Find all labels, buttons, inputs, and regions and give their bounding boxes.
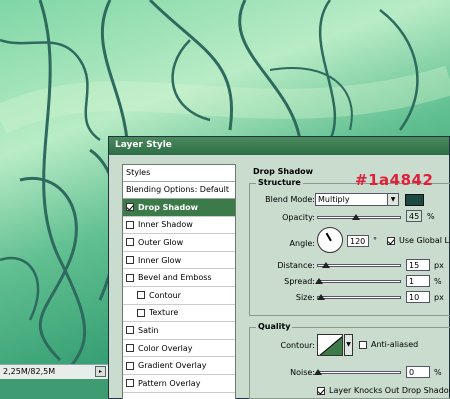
- hex-color-annotation: #1a4842: [355, 171, 434, 189]
- blend-mode-select[interactable]: Multiply ▼: [315, 193, 399, 206]
- noise-slider[interactable]: [314, 369, 401, 375]
- angle-input[interactable]: 120: [347, 235, 369, 247]
- canvas-strip: [0, 379, 108, 399]
- status-menu-arrow-icon[interactable]: ▸: [95, 366, 106, 377]
- style-item[interactable]: Inner Shadow: [123, 217, 235, 235]
- style-item-label: Color Overlay: [138, 343, 193, 353]
- dialog-title-bar[interactable]: Layer Style: [109, 137, 449, 155]
- style-checkbox-icon[interactable]: [126, 379, 134, 388]
- anti-aliased-check-icon[interactable]: [359, 340, 367, 349]
- style-items: Drop Shadow Inner Shadow Outer Glow Inner G…: [123, 199, 235, 393]
- spread-label: Spread:: [284, 277, 315, 286]
- contour-curve-icon: [319, 336, 342, 355]
- contour-dropdown-icon[interactable]: ▼: [344, 334, 353, 356]
- opacity-slider-thumb[interactable]: [351, 214, 360, 220]
- size-input[interactable]: 10: [406, 291, 430, 303]
- style-item-label: Gradient Overlay: [138, 361, 207, 371]
- style-item-label: Inner Glow: [138, 255, 182, 265]
- style-item-label: Drop Shadow: [138, 202, 199, 212]
- size-label: Size:: [295, 293, 315, 302]
- noise-unit: %: [434, 368, 442, 377]
- document-size-status: 2,25M/82,5M: [0, 364, 108, 379]
- blending-options-item[interactable]: Blending Options: Default: [123, 182, 235, 199]
- style-checkbox-icon[interactable]: [126, 273, 134, 282]
- shadow-color-swatch[interactable]: [405, 194, 424, 206]
- size-unit: px: [434, 293, 444, 302]
- noise-slider-thumb[interactable]: [314, 369, 322, 375]
- style-item-label: Bevel and Emboss: [138, 273, 212, 283]
- style-item-label: Pattern Overlay: [138, 378, 201, 388]
- style-checkbox-icon[interactable]: [126, 203, 134, 212]
- distance-slider[interactable]: [317, 262, 401, 268]
- layer-knocks-out-label: Layer Knocks Out Drop Shadow: [329, 386, 450, 395]
- opacity-slider[interactable]: [317, 214, 401, 220]
- layer-knocks-out-checkbox[interactable]: Layer Knocks Out Drop Shadow: [317, 386, 450, 395]
- style-checkbox-icon[interactable]: [126, 326, 134, 335]
- style-item[interactable]: Contour: [123, 287, 235, 305]
- structure-title: Structure: [256, 178, 303, 187]
- styles-header-label: Styles: [126, 168, 151, 177]
- style-item-label: Inner Shadow: [138, 220, 193, 230]
- anti-aliased-label: Anti-aliased: [371, 340, 419, 349]
- distance-label: Distance:: [277, 261, 315, 270]
- use-global-light-label: Use Global Li: [399, 236, 450, 245]
- section-title: Drop Shadow: [253, 167, 314, 176]
- size-slider-thumb[interactable]: [317, 294, 325, 300]
- style-checkbox-icon[interactable]: [137, 308, 145, 317]
- distance-input[interactable]: 15: [406, 259, 430, 271]
- angle-label: Angle:: [289, 239, 315, 248]
- layer-knocks-out-check-icon[interactable]: [317, 386, 325, 395]
- angle-dial[interactable]: [317, 227, 343, 253]
- spread-slider-thumb[interactable]: [315, 278, 323, 284]
- style-item-label: Contour: [149, 290, 181, 300]
- noise-input[interactable]: 0: [406, 366, 430, 378]
- style-item[interactable]: Color Overlay: [123, 340, 235, 358]
- style-item[interactable]: Inner Glow: [123, 252, 235, 270]
- style-item[interactable]: Pattern Overlay: [123, 375, 235, 393]
- style-checkbox-icon[interactable]: [126, 220, 134, 229]
- size-slider[interactable]: [317, 294, 401, 300]
- style-checkbox-icon[interactable]: [126, 361, 134, 370]
- style-item[interactable]: Satin: [123, 322, 235, 340]
- style-checkbox-icon[interactable]: [126, 256, 134, 265]
- styles-list: Styles Blending Options: Default Drop Sh…: [122, 164, 236, 399]
- layer-style-dialog: Layer Style Styles Blending Options: Def…: [108, 136, 450, 399]
- style-checkbox-icon[interactable]: [126, 344, 134, 353]
- style-item-label: Texture: [149, 308, 179, 318]
- styles-header[interactable]: Styles: [123, 165, 235, 182]
- style-item-label: Satin: [138, 325, 159, 335]
- style-checkbox-icon[interactable]: [126, 238, 134, 247]
- distance-unit: px: [434, 261, 444, 270]
- style-item[interactable]: Outer Glow: [123, 234, 235, 252]
- noise-label: Noise:: [290, 368, 315, 377]
- opacity-label: Opacity:: [282, 213, 315, 222]
- contour-preview[interactable]: [317, 334, 343, 356]
- style-checkbox-icon[interactable]: [137, 291, 145, 300]
- style-item-label: Outer Glow: [138, 237, 184, 247]
- blending-options-label: Blending Options: Default: [126, 185, 230, 194]
- doc-size-text: 2,25M/82,5M: [3, 367, 56, 376]
- angle-dial-needle: [325, 232, 332, 242]
- opacity-input[interactable]: 45: [406, 210, 422, 222]
- angle-unit: °: [373, 236, 377, 245]
- use-global-light-check-icon[interactable]: [387, 236, 395, 245]
- blend-mode-value: Multiply: [318, 195, 350, 204]
- style-item[interactable]: Bevel and Emboss: [123, 269, 235, 287]
- style-item[interactable]: Drop Shadow: [123, 199, 235, 217]
- distance-slider-thumb[interactable]: [322, 262, 330, 268]
- quality-title: Quality: [256, 322, 293, 331]
- style-item[interactable]: Gradient Overlay: [123, 357, 235, 375]
- style-item[interactable]: Texture: [123, 305, 235, 323]
- spread-unit: %: [434, 277, 442, 286]
- blend-mode-label: Blend Mode:: [265, 195, 315, 204]
- use-global-light-checkbox[interactable]: Use Global Li: [387, 236, 450, 245]
- spread-input[interactable]: 1: [406, 275, 430, 287]
- chevron-down-icon: ▼: [387, 194, 398, 205]
- anti-aliased-checkbox[interactable]: Anti-aliased: [359, 340, 418, 349]
- opacity-unit: %: [427, 212, 435, 221]
- dialog-title: Layer Style: [115, 140, 172, 150]
- contour-label: Contour:: [280, 341, 316, 350]
- spread-slider[interactable]: [315, 278, 401, 284]
- drop-shadow-settings: Drop Shadow Structure Blend Mode: Multip…: [243, 159, 450, 399]
